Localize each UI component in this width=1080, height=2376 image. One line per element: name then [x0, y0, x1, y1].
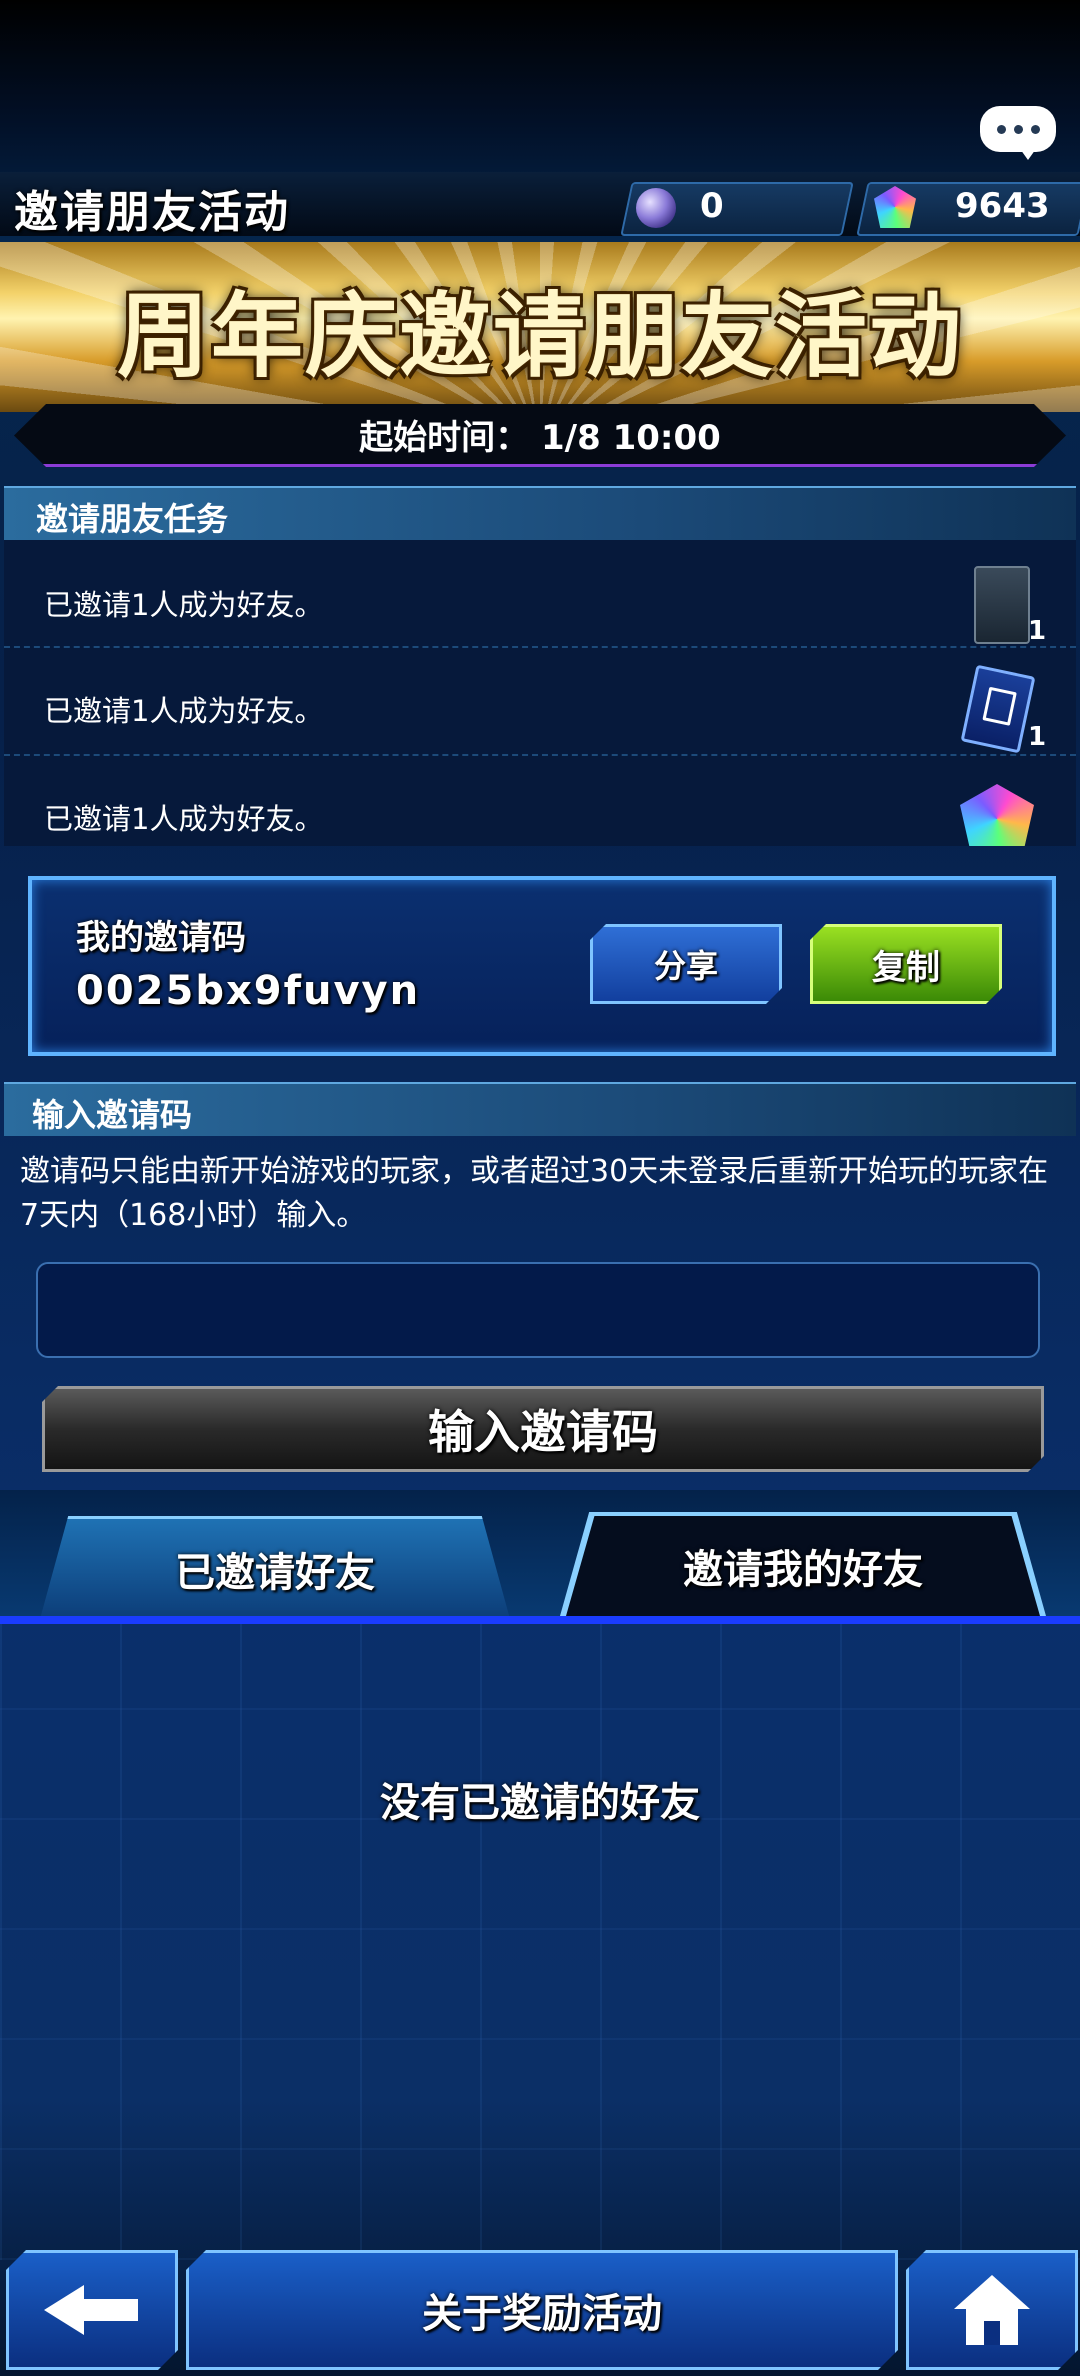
- circuit-background: [0, 1620, 1080, 2260]
- reward-count: 1: [1028, 616, 1047, 646]
- tab-invited-me[interactable]: 邀请我的好友: [566, 1516, 1040, 1616]
- enter-code-section-header: 输入邀请码: [4, 1082, 1076, 1136]
- enter-code-button[interactable]: 输入邀请码: [42, 1386, 1044, 1472]
- back-arrow-icon: [44, 2285, 140, 2335]
- copy-button[interactable]: 复制: [810, 924, 1002, 1004]
- task-item: 已邀请1人成为好友。 1: [4, 648, 1076, 756]
- invite-code-input[interactable]: [36, 1262, 1040, 1358]
- orb-count: 0: [700, 186, 724, 226]
- task-list[interactable]: 已邀请1人成为好友。 1 已邀请1人成为好友。 1 已邀请1人成为好友。: [4, 540, 1076, 846]
- home-button[interactable]: [906, 2250, 1078, 2370]
- gem-icon: [960, 784, 1034, 846]
- task-text: 已邀请1人成为好友。: [44, 588, 324, 622]
- enter-code-description: 邀请码只能由新开始游戏的玩家，或者超过30天未登录后重新开始玩的玩家在7天内（1…: [20, 1154, 1049, 1233]
- page-title: 邀请朋友活动: [14, 187, 290, 238]
- my-code-label: 我的邀请码: [76, 918, 246, 958]
- tab-underline: [0, 1616, 1080, 1624]
- chat-icon-tail: [1018, 146, 1038, 160]
- banner-title: 周年庆邀请朋友活动: [116, 282, 963, 390]
- gem-count: 9643: [955, 186, 1050, 226]
- back-button[interactable]: [6, 2250, 178, 2370]
- share-button[interactable]: 分享: [590, 924, 782, 1004]
- about-rewards-button[interactable]: 关于奖励活动: [186, 2250, 898, 2370]
- task-item: 已邀请1人成为好友。: [4, 756, 1076, 846]
- enter-code-section-label: 输入邀请码: [32, 1096, 193, 1134]
- orb-icon: [636, 188, 676, 228]
- card-ticket-icon: [960, 664, 1036, 754]
- empty-list-message: 没有已邀请的好友: [380, 1780, 700, 1826]
- my-code-value: 0025bx9fuvyn: [76, 968, 421, 1014]
- start-time: 起始时间： 1/8 10:00: [359, 418, 721, 458]
- home-icon: [954, 2275, 1030, 2345]
- task-item: 已邀请1人成为好友。 1: [4, 540, 1076, 648]
- reward-count: 1: [1028, 722, 1047, 752]
- tasks-section-label: 邀请朋友任务: [36, 500, 229, 538]
- task-text: 已邀请1人成为好友。: [44, 802, 324, 836]
- tasks-section-header: 邀请朋友任务: [4, 486, 1076, 540]
- tab-invited-friends[interactable]: 已邀请好友: [40, 1516, 510, 1619]
- task-text: 已邀请1人成为好友。: [44, 694, 324, 728]
- card-pack-icon: [974, 566, 1030, 644]
